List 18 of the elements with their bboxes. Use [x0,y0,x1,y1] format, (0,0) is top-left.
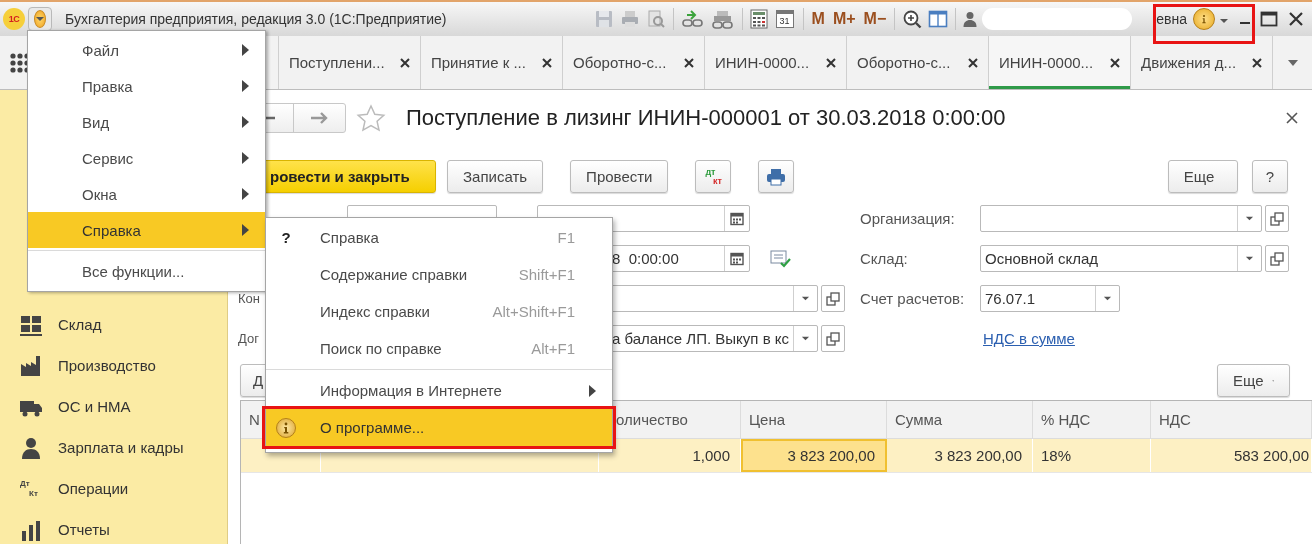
field-label: Склад: [860,250,909,267]
window-title: Бухгалтерия предприятия, редакция 3.0 (1С:Предприятие) [65,11,447,27]
table-cell: 3 823 200,00 [741,439,887,472]
document-title: Поступление в лизинг ИНИН-000001 от 30.03.2018 0:00:00 [406,105,1006,131]
app-logo: 1С [3,8,25,30]
user-name: евна [1156,11,1187,27]
table-cell: 583 200,00 [1151,439,1312,472]
field-label: Кон [238,291,260,306]
field-label: Дог [238,331,259,346]
field-label: Счет расчетов: [860,290,966,307]
table-cell: 18% [1033,439,1151,472]
field-label: Организация: [860,210,956,227]
shortcut-text: F1 [557,229,576,246]
debit-credit-icon: Дт Кт [20,477,42,500]
shortcut-text: Alt+Shift+F1 [492,303,576,320]
table-cell: 3 823 200,00 [887,439,1033,472]
question-mark: ? [280,229,292,246]
shortcut-text: Alt+F1 [531,340,576,357]
